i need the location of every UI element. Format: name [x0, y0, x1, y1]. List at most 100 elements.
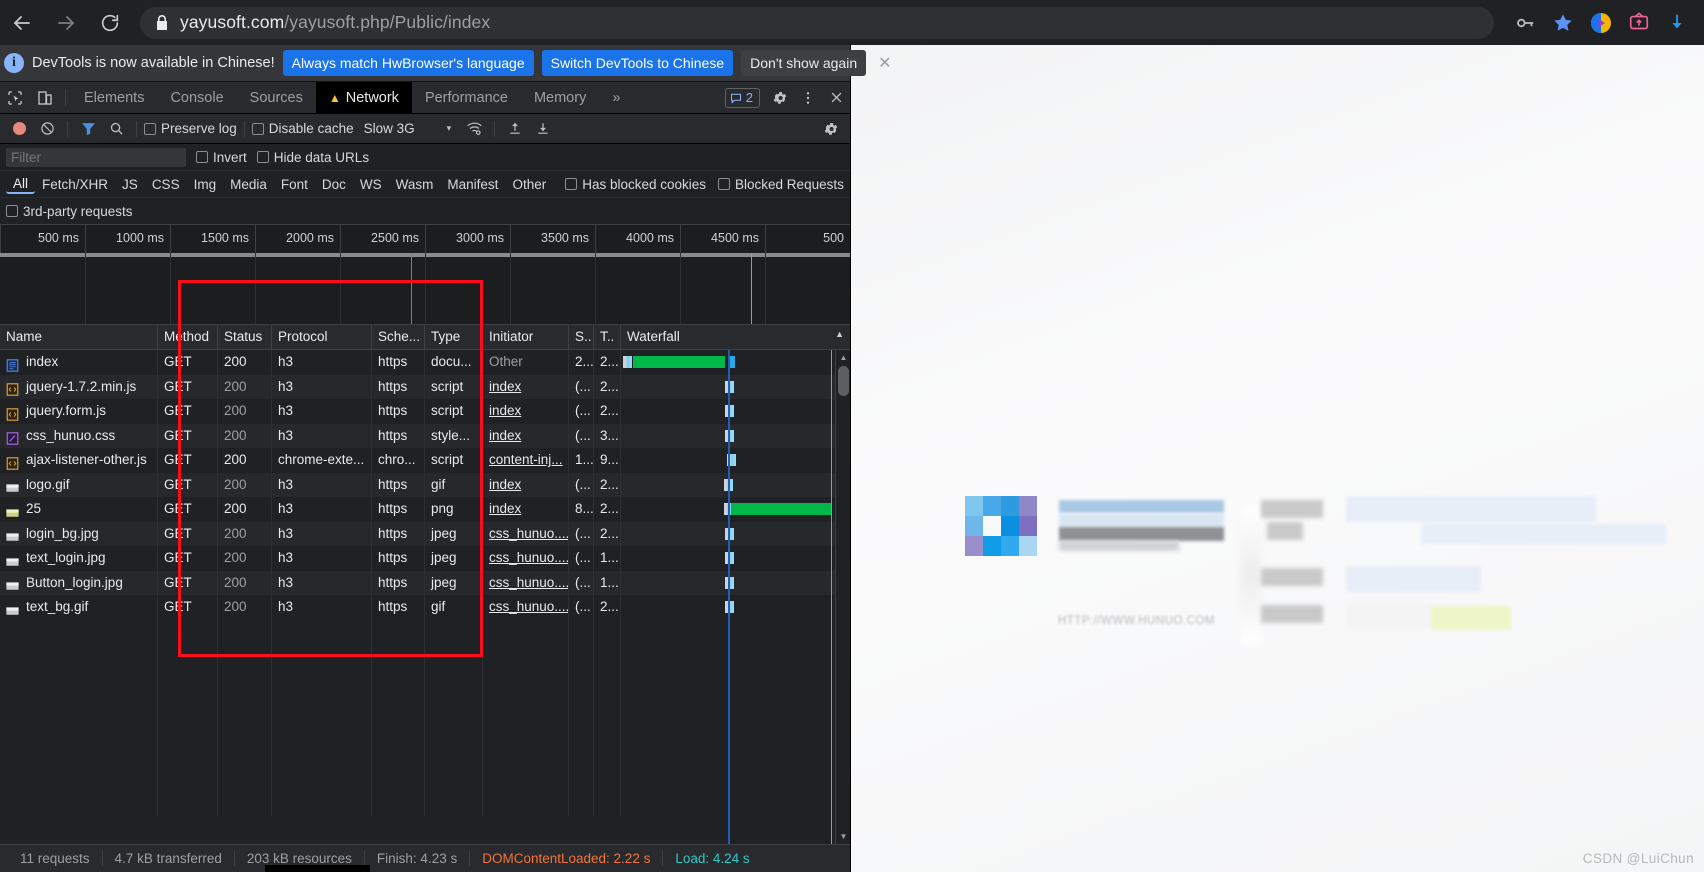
network-overview-timeline[interactable]: 500 ms 1000 ms 1500 ms 2000 ms 2500 ms 3…: [0, 225, 850, 325]
record-stop-icon[interactable]: [6, 116, 32, 142]
table-row[interactable]: login_bg.jpg GET 200 h3 https jpeg css_hunuo..…: [0, 521, 850, 546]
checkbox-box[interactable]: [718, 178, 731, 190]
address-bar[interactable]: yayusoft.com/yayusoft.php/Public/index: [140, 6, 1494, 39]
chevron-down-icon[interactable]: ▾: [447, 123, 452, 134]
col-header-method[interactable]: Method: [158, 325, 218, 349]
col-header-time[interactable]: T..: [594, 325, 621, 349]
col-header-scheme[interactable]: Sche...: [372, 325, 425, 349]
reload-icon[interactable]: [88, 1, 132, 45]
cell-initiator-text[interactable]: index: [489, 477, 521, 492]
more-vertical-icon[interactable]: [794, 82, 822, 113]
upload-har-icon[interactable]: [502, 116, 528, 142]
preserve-log-checkbox[interactable]: Preserve log: [144, 121, 237, 136]
checkbox-box[interactable]: [256, 151, 269, 163]
col-header-protocol[interactable]: Protocol: [272, 325, 372, 349]
type-chip-doc[interactable]: Doc: [315, 176, 353, 193]
scroll-down-arrow-icon[interactable]: ▼: [836, 829, 850, 844]
forward-arrow-icon[interactable]: [44, 1, 88, 45]
cell-initiator-text[interactable]: css_hunuo....: [489, 550, 568, 565]
switch-to-chinese-button[interactable]: Switch DevTools to Chinese: [541, 50, 734, 76]
search-icon[interactable]: [103, 116, 129, 142]
tab-memory[interactable]: Memory: [521, 82, 599, 113]
hide-data-urls-checkbox[interactable]: Hide data URLs: [256, 150, 369, 165]
table-row[interactable]: jquery.form.js GET 200 h3 https script index (.…: [0, 399, 850, 424]
bookmark-star-icon[interactable]: [1544, 4, 1582, 42]
disable-cache-checkbox[interactable]: Disable cache: [251, 121, 354, 136]
checkbox-box[interactable]: [196, 151, 208, 163]
checkbox-box[interactable]: [251, 122, 264, 135]
invert-checkbox[interactable]: Invert: [196, 150, 247, 165]
download-icon[interactable]: [1658, 4, 1696, 42]
tab-sources[interactable]: Sources: [237, 82, 316, 113]
blocked-requests-checkbox[interactable]: Blocked Requests: [718, 177, 844, 192]
scroll-up-arrow-icon[interactable]: ▲: [836, 350, 850, 365]
table-row[interactable]: 25 GET 200 h3 https png index 8... 2...: [0, 497, 850, 522]
type-chip-manifest[interactable]: Manifest: [440, 176, 505, 193]
filter-input[interactable]: [6, 147, 186, 167]
table-row[interactable]: text_bg.gif GET 200 h3 https gif css_hunuo....…: [0, 595, 850, 620]
cell-initiator-text[interactable]: css_hunuo....: [489, 599, 568, 614]
wifi-settings-icon[interactable]: [461, 116, 487, 142]
type-chip-fetch-xhr[interactable]: Fetch/XHR: [35, 176, 115, 193]
checkbox-box[interactable]: [565, 178, 578, 190]
col-header-status[interactable]: Status: [218, 325, 272, 349]
third-party-requests-checkbox[interactable]: 3rd-party requests: [6, 204, 133, 219]
dont-show-again-button[interactable]: Don't show again: [741, 50, 867, 76]
filter-funnel-icon[interactable]: [75, 116, 101, 142]
tab-performance[interactable]: Performance: [412, 82, 521, 113]
download-har-icon[interactable]: [530, 116, 556, 142]
cell-initiator-text[interactable]: css_hunuo....: [489, 526, 568, 541]
cell-initiator-text[interactable]: index: [489, 379, 521, 394]
cast-icon[interactable]: [1620, 4, 1658, 42]
key-icon[interactable]: [1506, 4, 1544, 42]
cell-initiator-text[interactable]: index: [489, 428, 521, 443]
clear-icon[interactable]: [34, 116, 60, 142]
devtools-close-icon[interactable]: [822, 82, 850, 113]
tab-network[interactable]: ▲ Network: [315, 82, 412, 113]
tab-more-chevron[interactable]: »: [599, 82, 633, 113]
type-chip-ws[interactable]: WS: [353, 176, 389, 193]
empty-cell: [372, 766, 425, 791]
type-chip-img[interactable]: Img: [187, 176, 224, 193]
col-header-size[interactable]: S..: [569, 325, 594, 349]
cell-initiator-text[interactable]: index: [489, 403, 521, 418]
close-icon[interactable]: ✕: [878, 52, 891, 74]
table-row[interactable]: ajax-listener-other.js GET 200 chrome-exte.…: [0, 448, 850, 473]
type-chip-all[interactable]: All: [6, 175, 36, 194]
tab-elements[interactable]: Elements: [71, 82, 157, 113]
type-chip-font[interactable]: Font: [274, 176, 315, 193]
type-chip-css[interactable]: CSS: [145, 176, 187, 193]
cell-initiator-text[interactable]: index: [489, 501, 521, 516]
gear-icon[interactable]: [766, 82, 794, 113]
scrollbar-thumb[interactable]: [838, 366, 849, 396]
tab-console[interactable]: Console: [157, 82, 236, 113]
network-settings-gear-icon[interactable]: [818, 116, 844, 142]
col-header-initiator[interactable]: Initiator: [483, 325, 569, 349]
throttle-select-value[interactable]: Slow 3G: [364, 121, 415, 136]
table-row[interactable]: text_login.jpg GET 200 h3 https jpeg css_hunuo…: [0, 546, 850, 571]
device-toolbar-icon[interactable]: [30, 82, 60, 113]
extension-icon[interactable]: [1582, 4, 1620, 42]
inspect-cursor-icon[interactable]: [0, 82, 30, 113]
table-row[interactable]: logo.gif GET 200 h3 https gif index (... 2...: [0, 472, 850, 497]
table-row[interactable]: Button_login.jpg GET 200 h3 https jpeg css_hun…: [0, 570, 850, 595]
col-header-name[interactable]: Name: [0, 325, 158, 349]
table-scrollbar[interactable]: ▲ ▼: [835, 350, 850, 844]
always-match-language-button[interactable]: Always match HwBrowser's language: [282, 50, 534, 76]
table-row[interactable]: index GET 200 h3 https docu... Other 2... 2...: [0, 350, 850, 375]
checkbox-box[interactable]: [144, 122, 156, 135]
type-chip-other[interactable]: Other: [505, 176, 553, 193]
checkbox-box[interactable]: [6, 205, 18, 217]
has-blocked-cookies-checkbox[interactable]: Has blocked cookies: [565, 177, 706, 192]
console-message-badge[interactable]: 2: [724, 87, 760, 108]
type-chip-media[interactable]: Media: [223, 176, 274, 193]
cell-initiator-text[interactable]: content-inj...: [489, 452, 563, 467]
table-row[interactable]: jquery-1.7.2.min.js GET 200 h3 https script in…: [0, 374, 850, 399]
col-header-type[interactable]: Type: [425, 325, 483, 349]
type-chip-js[interactable]: JS: [115, 176, 145, 193]
sort-ascending-icon[interactable]: ▲: [835, 329, 844, 345]
type-chip-wasm[interactable]: Wasm: [389, 176, 441, 193]
back-arrow-icon[interactable]: [0, 1, 44, 45]
cell-initiator-text[interactable]: css_hunuo....: [489, 575, 568, 590]
table-row[interactable]: css_hunuo.css GET 200 h3 https style... index (…: [0, 423, 850, 448]
